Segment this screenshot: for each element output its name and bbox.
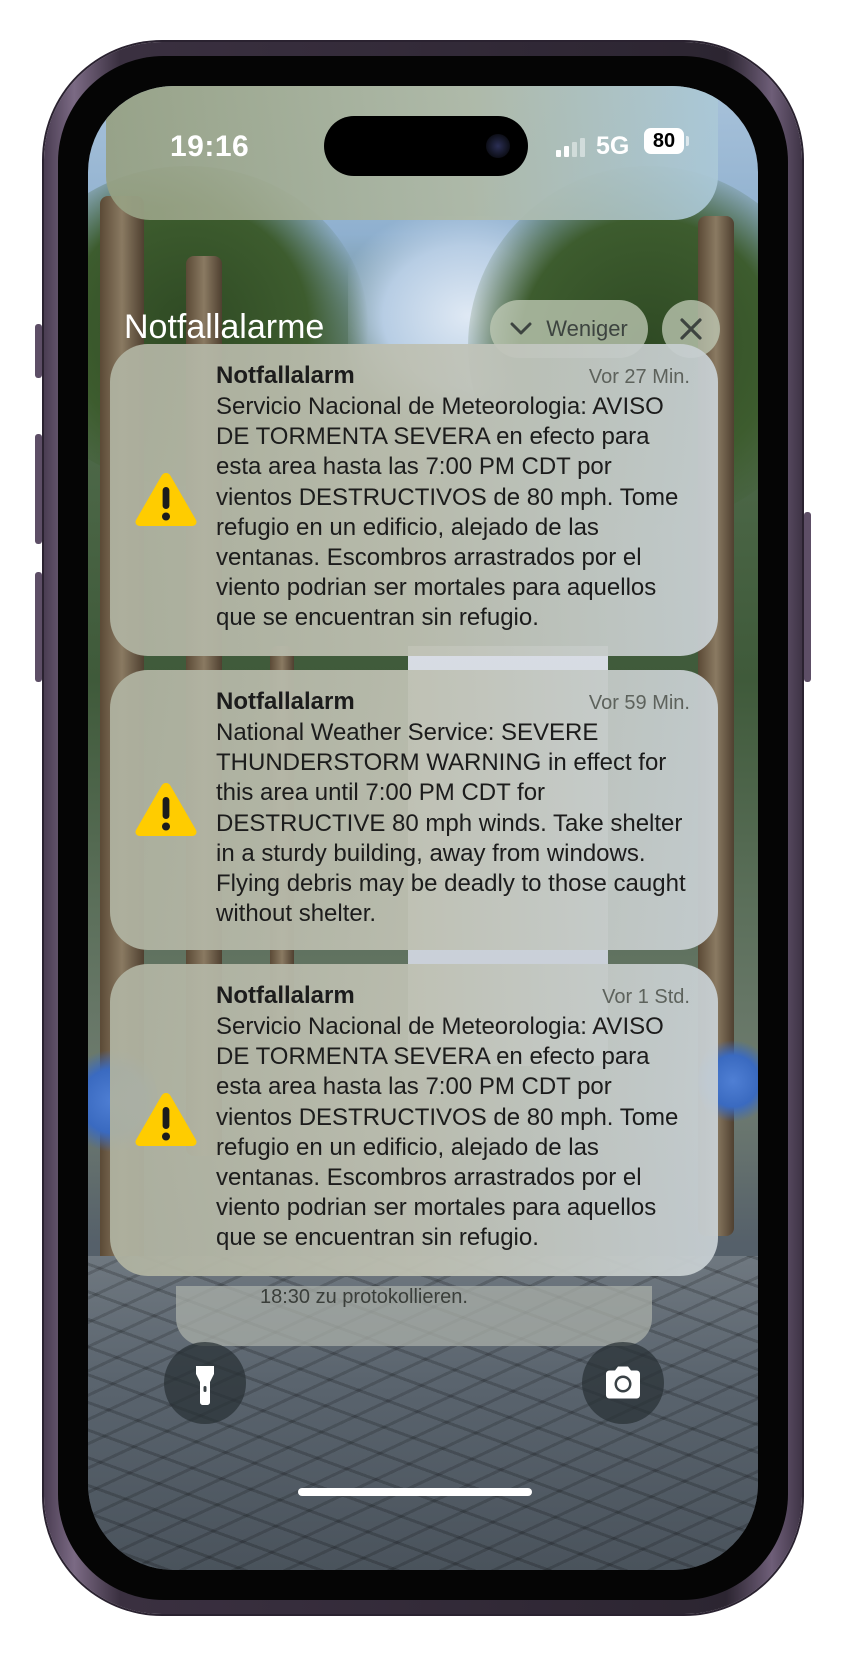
notification-app-name: Notfallalarm [216,982,355,1009]
notification-app-name: Notfallalarm [216,362,355,389]
action-button [35,324,42,378]
battery-tip [686,136,689,146]
chevron-down-icon [510,322,532,335]
notification-time: Vor 27 Min. [588,366,690,388]
battery-icon: 80 [644,128,684,154]
battery-level: 80 [652,130,676,152]
warning-icon [135,783,197,836]
camera-button[interactable] [582,1342,664,1424]
volume-down-button [35,572,42,682]
warning-icon [135,473,197,526]
flashlight-icon [196,1366,214,1405]
dynamic-island [324,116,528,176]
notification-card[interactable]: Notfallalarm Vor 27 Min. Servicio Nacion… [110,344,718,656]
notification-body: Servicio Nacional de Meteorologia: AVISO… [216,393,679,632]
front-camera [486,134,510,158]
notification-app-name: Notfallalarm [216,688,355,715]
flashlight-button[interactable] [164,1342,246,1424]
show-less-label: Weniger [546,316,628,341]
warning-icon [135,1093,197,1146]
volume-up-button [35,434,42,544]
network-type: 5G [596,132,630,160]
notification-card[interactable]: Notfallalarm Vor 1 Std. Servicio Naciona… [110,964,718,1276]
bezel: 19:16 5G 80 Notfallalarme Weniger 18:30 … [58,56,788,1600]
cellular-signal-icon [556,138,585,157]
home-indicator[interactable] [298,1488,532,1496]
notification-body: National Weather Service: SEVERE THUNDER… [216,719,686,928]
notification-time: Vor 1 Std. [602,986,690,1008]
stacked-notification-peek[interactable]: 18:30 zu protokollieren. [176,1286,652,1346]
status-time: 19:16 [170,130,250,163]
side-button [804,512,811,682]
notification-body: Servicio Nacional de Meteorologia: AVISO… [216,1013,679,1252]
lock-screen: 19:16 5G 80 Notfallalarme Weniger 18:30 … [88,86,758,1570]
notification-group-title: Notfallalarme [124,308,325,346]
phone-frame: 19:16 5G 80 Notfallalarme Weniger 18:30 … [35,42,811,1614]
notification-time: Vor 59 Min. [588,692,690,714]
stacked-notification-text: 18:30 zu protokollieren. [260,1286,468,1308]
camera-icon [606,1366,640,1399]
notification-card[interactable]: Notfallalarm Vor 59 Min. National Weathe… [110,670,718,950]
page: 19:16 5G 80 Notfallalarme Weniger 18:30 … [0,0,846,1656]
